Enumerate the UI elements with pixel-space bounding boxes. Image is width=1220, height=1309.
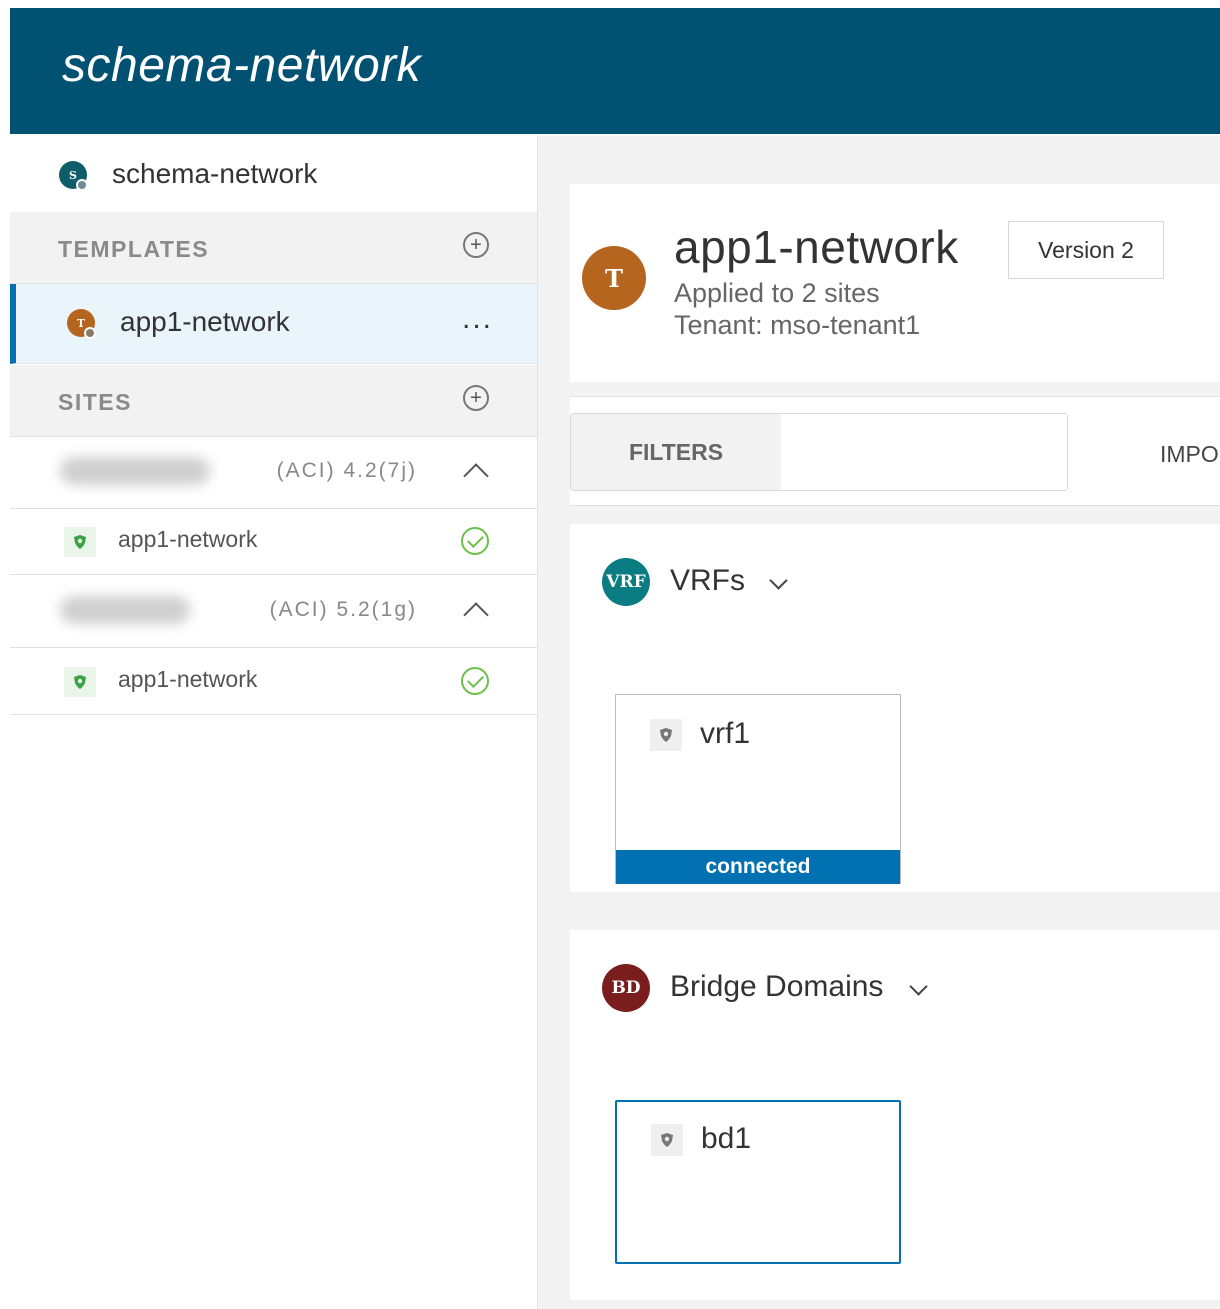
site-name-redacted: [60, 457, 210, 485]
chevron-up-icon[interactable]: [463, 463, 489, 489]
filters-label: FILTERS: [571, 414, 781, 490]
vrfs-title: VRFs: [670, 564, 745, 597]
top-banner: schema-network: [10, 8, 1220, 134]
templates-label: TEMPLATES: [58, 236, 210, 262]
version-button[interactable]: Version 2: [1008, 221, 1164, 279]
filter-input[interactable]: [781, 414, 1067, 490]
site-template-item[interactable]: app1-network: [10, 649, 537, 715]
template-icon: T: [67, 309, 96, 339]
site-row[interactable]: (ACI) 4.2(7j): [10, 437, 537, 509]
bd-icon: BD: [602, 964, 650, 1012]
filter-bar: FILTERS IMPO: [570, 396, 1220, 506]
template-avatar: T: [582, 246, 646, 310]
vrfs-section: VRF VRFs vrf1 connected: [570, 524, 1220, 892]
bd-item[interactable]: bd1: [615, 1100, 901, 1264]
shield-icon: [64, 527, 96, 557]
bridge-domains-section: BD Bridge Domains bd1: [570, 930, 1220, 1300]
chevron-down-icon[interactable]: [769, 571, 788, 590]
more-options-icon[interactable]: ...: [462, 302, 493, 336]
template-item-app1-network[interactable]: T app1-network ...: [10, 284, 537, 364]
check-circle-icon: [461, 667, 489, 695]
template-card: T app1-network Version 2 Applied to 2 si…: [570, 184, 1220, 382]
template-title: app1-network: [674, 221, 959, 273]
template-name: app1-network: [120, 306, 290, 337]
import-button[interactable]: IMPO: [1160, 441, 1219, 468]
add-site-icon[interactable]: +: [463, 385, 489, 411]
applied-sites: Applied to 2 sites: [674, 278, 880, 308]
schema-name: schema-network: [112, 158, 318, 189]
site-version: (ACI) 5.2(1g): [269, 598, 417, 621]
filters-group: FILTERS: [570, 413, 1068, 491]
shield-icon: [651, 1124, 683, 1156]
status-badge: connected: [616, 850, 900, 884]
site-template-item[interactable]: app1-network: [10, 509, 537, 575]
add-template-icon[interactable]: +: [463, 232, 489, 258]
vrf-item[interactable]: vrf1 connected: [615, 694, 901, 884]
check-circle-icon: [461, 527, 489, 555]
svg-text:T: T: [77, 317, 86, 330]
sites-label: SITES: [58, 389, 132, 415]
schema-icon: S: [59, 161, 88, 191]
shield-icon: [650, 719, 682, 751]
vrf-icon: VRF: [602, 558, 650, 606]
site-template-name: app1-network: [118, 526, 258, 552]
chevron-down-icon[interactable]: [909, 977, 928, 996]
sidebar: S schema-network TEMPLATES + T app1-netw…: [10, 136, 538, 1309]
templates-header: TEMPLATES +: [10, 212, 537, 284]
bd-name: bd1: [701, 1122, 752, 1155]
site-name-redacted: [60, 596, 190, 624]
shield-icon: [64, 667, 96, 697]
page-title: schema-network: [62, 39, 422, 92]
bridge-domains-title: Bridge Domains: [670, 970, 884, 1003]
site-row[interactable]: (ACI) 5.2(1g): [10, 576, 537, 648]
svg-text:S: S: [69, 169, 77, 182]
site-version: (ACI) 4.2(7j): [276, 459, 417, 482]
chevron-up-icon[interactable]: [463, 602, 489, 628]
site-template-name: app1-network: [118, 666, 258, 692]
vrf-name: vrf1: [700, 717, 751, 750]
schema-item[interactable]: S schema-network: [10, 136, 537, 212]
sites-header: SITES +: [10, 365, 537, 437]
tenant-info: Tenant: mso-tenant1: [674, 310, 921, 340]
